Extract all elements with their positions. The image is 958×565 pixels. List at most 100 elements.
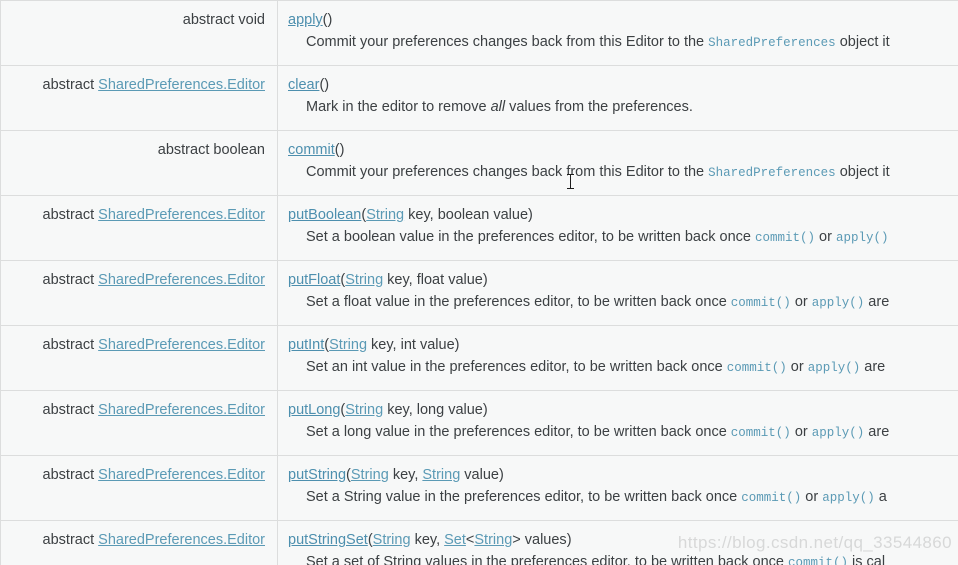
- param-type-string[interactable]: String: [329, 337, 367, 353]
- summary-code-commit[interactable]: commit(): [788, 556, 848, 565]
- table-row: abstract SharedPreferences.Editor putStr…: [0, 455, 958, 521]
- return-type-cell: abstract SharedPreferences.Editor: [0, 195, 278, 261]
- summary-text-prefix: Set a boolean value in the preferences e…: [306, 229, 755, 245]
- summary-text-suffix: are: [860, 359, 886, 375]
- summary-code-apply[interactable]: apply(): [812, 296, 865, 310]
- method-summary: Mark in the editor to remove all values …: [288, 97, 958, 117]
- summary-text-prefix: Commit your preferences changes back fro…: [306, 164, 709, 180]
- methods-table-body: abstract void apply() Commit your prefer…: [0, 0, 958, 565]
- param-type-string[interactable]: String: [345, 272, 383, 288]
- modifier-abstract: abstract: [42, 402, 95, 418]
- param-type-string[interactable]: String: [351, 467, 389, 483]
- summary-code-ref[interactable]: SharedPreferences: [708, 36, 836, 50]
- summary-code-commit[interactable]: commit(): [727, 361, 787, 375]
- method-summary: Set a long value in the preferences edit…: [288, 422, 958, 443]
- summary-text-mid: or: [801, 489, 823, 505]
- method-params: (): [319, 77, 330, 93]
- return-type-link-editor[interactable]: SharedPreferences.Editor: [98, 77, 265, 93]
- summary-text-mid: or: [790, 294, 812, 310]
- summary-code-commit[interactable]: commit(): [731, 426, 791, 440]
- method-cell: commit() Commit your preferences changes…: [277, 130, 958, 196]
- method-params: (): [334, 142, 345, 158]
- summary-text-mid: or: [790, 424, 812, 440]
- param-type-long: long: [416, 402, 445, 418]
- param-type-generic-string[interactable]: String: [474, 532, 512, 548]
- param-name-key: key: [392, 467, 415, 483]
- generic-close: >: [512, 532, 525, 548]
- method-cell: putLong(String key, long value) Set a lo…: [277, 390, 958, 456]
- method-signature: putBoolean(String key, boolean value): [288, 205, 958, 225]
- param-type-string[interactable]: String: [366, 207, 404, 223]
- param-type-boolean: boolean: [437, 207, 490, 223]
- param-name-key: key: [387, 272, 409, 288]
- paren-close: ): [482, 402, 488, 418]
- method-cell: putBoolean(String key, boolean value) Se…: [277, 195, 958, 261]
- method-signature: putInt(String key, int value): [288, 335, 958, 355]
- modifier-abstract: abstract: [42, 467, 95, 483]
- return-type-link-editor[interactable]: SharedPreferences.Editor: [98, 337, 265, 353]
- method-link-putfloat[interactable]: putFloat: [288, 272, 340, 288]
- param-type-set[interactable]: Set: [444, 532, 466, 548]
- param-separator: ,: [408, 272, 417, 288]
- param-type-float: float: [416, 272, 445, 288]
- summary-code-apply[interactable]: apply(): [812, 426, 865, 440]
- summary-code-ref[interactable]: SharedPreferences: [708, 166, 836, 180]
- table-row: abstract boolean commit() Commit your pr…: [0, 130, 958, 196]
- param-name-value: value: [464, 467, 499, 483]
- method-cell: clear() Mark in the editor to remove all…: [277, 65, 958, 131]
- summary-code-apply[interactable]: apply(): [836, 231, 889, 245]
- method-signature: putStringSet(String key, Set<String> val…: [288, 530, 958, 550]
- paren-close: ): [566, 532, 572, 548]
- modifier-abstract: abstract: [42, 272, 95, 288]
- method-cell: putStringSet(String key, Set<String> val…: [277, 520, 958, 565]
- table-row: abstract SharedPreferences.Editor clear(…: [0, 65, 958, 131]
- return-type-link-editor[interactable]: SharedPreferences.Editor: [98, 272, 265, 288]
- summary-code-apply[interactable]: apply(): [822, 491, 875, 505]
- method-signature: apply(): [288, 10, 958, 30]
- method-link-putboolean[interactable]: putBoolean: [288, 207, 361, 223]
- summary-text-prefix: Mark in the editor to remove: [306, 99, 491, 115]
- summary-text-prefix: Set a long value in the preferences edit…: [306, 424, 731, 440]
- table-row: abstract void apply() Commit your prefer…: [0, 0, 958, 66]
- method-summary: Commit your preferences changes back fro…: [288, 162, 958, 183]
- method-link-putstringset[interactable]: putStringSet: [288, 532, 368, 548]
- methods-table: abstract void apply() Commit your prefer…: [0, 0, 958, 565]
- summary-code-commit[interactable]: commit(): [741, 491, 801, 505]
- return-type-boolean: boolean: [213, 142, 265, 158]
- param-name-key: key: [408, 207, 430, 223]
- paren-close: ): [482, 272, 488, 288]
- summary-code-commit[interactable]: commit(): [731, 296, 791, 310]
- table-row: abstract SharedPreferences.Editor putFlo…: [0, 260, 958, 326]
- param-name-key: key: [414, 532, 437, 548]
- method-signature: commit(): [288, 140, 958, 160]
- return-type-cell: abstract SharedPreferences.Editor: [0, 520, 278, 565]
- method-link-putlong[interactable]: putLong: [288, 402, 340, 418]
- summary-emphasis: all: [490, 99, 506, 115]
- table-row: abstract SharedPreferences.Editor putBoo…: [0, 195, 958, 261]
- param-type-string[interactable]: String: [345, 402, 383, 418]
- param-type-string[interactable]: String: [373, 532, 411, 548]
- method-link-apply[interactable]: apply: [288, 12, 323, 28]
- param-type-string-2[interactable]: String: [422, 467, 460, 483]
- method-cell: putString(String key, String value) Set …: [277, 455, 958, 521]
- return-type-link-editor[interactable]: SharedPreferences.Editor: [98, 207, 265, 223]
- param-name-value: value: [448, 402, 483, 418]
- summary-code-apply[interactable]: apply(): [808, 361, 861, 375]
- paren-close: ): [498, 467, 504, 483]
- summary-text-prefix: Set a float value in the preferences edi…: [306, 294, 731, 310]
- table-row: abstract SharedPreferences.Editor putInt…: [0, 325, 958, 391]
- method-link-putstring[interactable]: putString: [288, 467, 346, 483]
- table-row: abstract SharedPreferences.Editor putStr…: [0, 520, 958, 565]
- return-type-void: void: [238, 12, 265, 28]
- summary-text-mid: or: [815, 229, 836, 245]
- method-link-putint[interactable]: putInt: [288, 337, 324, 353]
- return-type-link-editor[interactable]: SharedPreferences.Editor: [98, 532, 265, 548]
- summary-text-suffix: are: [864, 424, 890, 440]
- method-link-clear[interactable]: clear: [288, 77, 319, 93]
- summary-text-prefix: Set a String value in the preferences ed…: [306, 489, 742, 505]
- method-params: (): [322, 12, 333, 28]
- summary-code-commit[interactable]: commit(): [755, 231, 815, 245]
- return-type-link-editor[interactable]: SharedPreferences.Editor: [98, 467, 265, 483]
- return-type-link-editor[interactable]: SharedPreferences.Editor: [98, 402, 265, 418]
- method-link-commit[interactable]: commit: [288, 142, 335, 158]
